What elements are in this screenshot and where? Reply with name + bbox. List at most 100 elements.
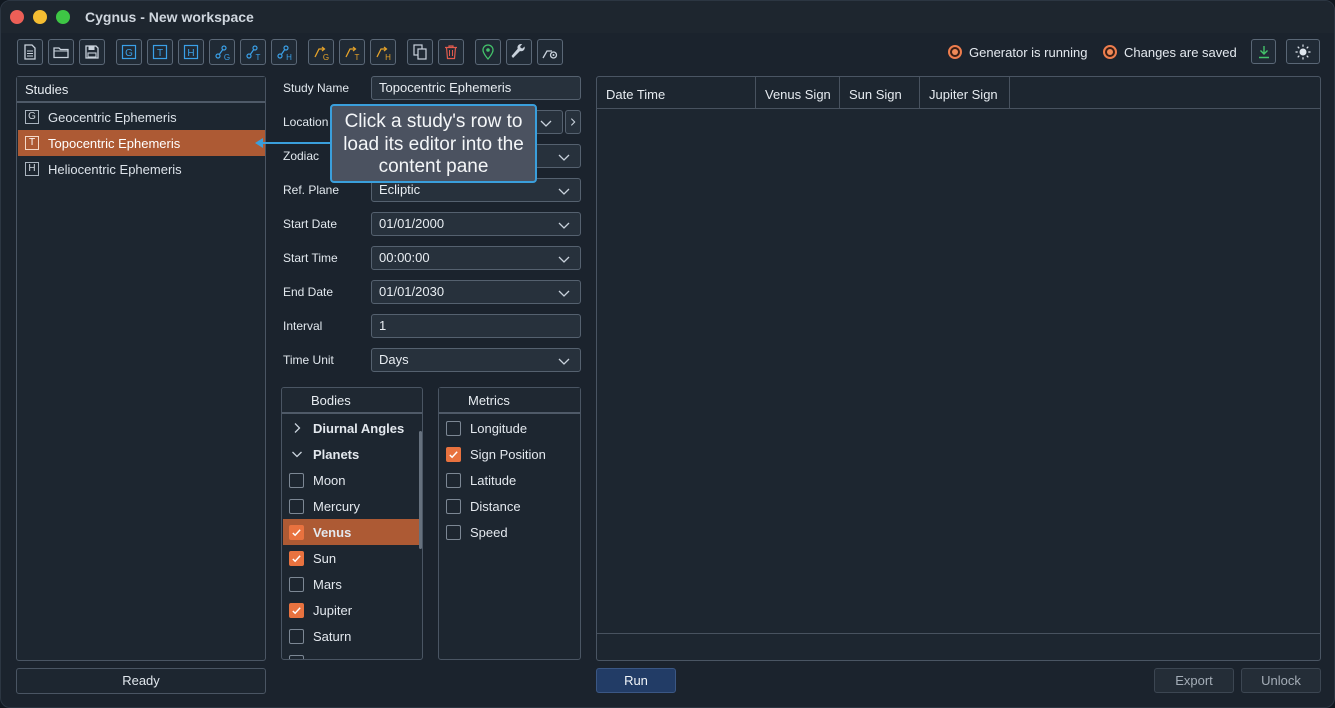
bodies-scrollbar[interactable] (419, 431, 422, 549)
tree-group-planets[interactable]: Planets (283, 441, 420, 467)
body-item-mercury[interactable]: Mercury (283, 493, 420, 519)
download-icon (1258, 45, 1269, 58)
tree-group-diurnal-angles[interactable]: Diurnal Angles (283, 415, 420, 441)
longitude-checkbox[interactable] (446, 420, 461, 436)
new-file-button[interactable] (17, 39, 43, 65)
geocentric-transit-button[interactable]: G (308, 39, 334, 65)
time-unit-value: Days (379, 352, 409, 367)
distance-checkbox[interactable] (446, 498, 461, 514)
sun-icon (1295, 44, 1311, 59)
run-button[interactable]: Run (596, 668, 676, 693)
sign-position-checkbox[interactable] (446, 446, 461, 462)
chevron-down-icon (557, 251, 571, 265)
geocentric-study-icon: G (121, 44, 137, 60)
column-header-venus-sign[interactable]: Venus Sign (756, 77, 840, 109)
heliocentric-chart-button[interactable]: H (271, 39, 297, 65)
chevron-down-icon (539, 115, 553, 129)
tools-button[interactable] (506, 39, 532, 65)
tree-group-label: Planets (313, 446, 360, 462)
body-item-jupiter[interactable]: Jupiter (283, 597, 420, 623)
geocentric-chart-button[interactable]: G (209, 39, 235, 65)
metric-label: Speed (470, 524, 508, 540)
metric-item-speed[interactable]: Speed (440, 519, 579, 545)
start-date-select[interactable]: 01/01/2000 (371, 212, 581, 236)
topocentric-transit-button[interactable]: T (339, 39, 365, 65)
generator-status-text: Generator is running (969, 44, 1088, 60)
open-folder-icon (53, 47, 69, 59)
study-row-heliocentric[interactable]: H Heliocentric Ephemeris (18, 156, 265, 182)
new-topocentric-study-button[interactable]: T (147, 39, 173, 65)
maximize-window-button[interactable] (56, 10, 70, 24)
save-status-indicator (1103, 45, 1117, 59)
topocentric-chart-icon: T (246, 45, 261, 61)
chevron-down-icon (557, 217, 571, 231)
mercury-checkbox[interactable] (289, 498, 304, 514)
theme-toggle-button[interactable] (1286, 39, 1320, 64)
delete-button[interactable] (438, 39, 464, 65)
bodies-panel: Bodies Diurnal Angles Planets Moon Mercu… (281, 387, 423, 660)
partial-checkbox[interactable] (289, 654, 304, 659)
venus-checkbox[interactable] (289, 524, 304, 540)
body-item-mars[interactable]: Mars (283, 571, 420, 597)
chart-settings-button[interactable] (537, 39, 563, 65)
location-button[interactable] (475, 39, 501, 65)
heliocentric-transit-button[interactable]: H (370, 39, 396, 65)
metric-item-distance[interactable]: Distance (440, 493, 579, 519)
body-item-sun[interactable]: Sun (283, 545, 420, 571)
metric-item-sign-position[interactable]: Sign Position (440, 441, 579, 467)
svg-text:G: G (224, 53, 230, 61)
body-item-venus[interactable]: Venus (283, 519, 422, 545)
interval-label: Interval (283, 319, 323, 333)
tree-group-label: Diurnal Angles (313, 420, 405, 436)
close-window-button[interactable] (10, 10, 24, 24)
tooltip-connector (261, 142, 330, 144)
download-button[interactable] (1251, 39, 1276, 64)
save-status-text: Changes are saved (1124, 44, 1237, 60)
start-time-select[interactable]: 00:00:00 (371, 246, 581, 270)
checkmark-icon (292, 528, 301, 536)
metrics-panel: Metrics Longitude Sign Position Latitude… (438, 387, 581, 660)
svg-text:T: T (157, 48, 163, 59)
latitude-checkbox[interactable] (446, 472, 461, 488)
unlock-button[interactable]: Unlock (1241, 668, 1321, 693)
body-item-partial[interactable] (283, 649, 420, 659)
trash-icon (445, 45, 457, 60)
study-row-topocentric[interactable]: T Topocentric Ephemeris (18, 130, 265, 156)
column-header-date-time[interactable]: Date Time (597, 77, 756, 109)
svg-text:T: T (256, 53, 261, 61)
copy-button[interactable] (407, 39, 433, 65)
metric-item-latitude[interactable]: Latitude (440, 467, 579, 493)
jupiter-checkbox[interactable] (289, 602, 304, 618)
save-button[interactable] (79, 39, 105, 65)
body-item-saturn[interactable]: Saturn (283, 623, 420, 649)
topocentric-chart-button[interactable]: T (240, 39, 266, 65)
column-header-jupiter-sign[interactable]: Jupiter Sign (920, 77, 1010, 109)
chevron-down-icon (557, 353, 571, 367)
start-date-label: Start Date (283, 217, 338, 231)
export-button[interactable]: Export (1154, 668, 1234, 693)
new-geocentric-study-button[interactable]: G (116, 39, 142, 65)
sun-checkbox[interactable] (289, 550, 304, 566)
app-window: Cygnus - New workspace G T H G T H G T H… (0, 0, 1335, 708)
new-heliocentric-study-button[interactable]: H (178, 39, 204, 65)
location-next-button[interactable] (565, 110, 581, 134)
saturn-checkbox[interactable] (289, 628, 304, 644)
metric-label: Distance (470, 498, 521, 514)
end-date-select[interactable]: 01/01/2030 (371, 280, 581, 304)
svg-text:H: H (187, 48, 194, 59)
column-header-sun-sign[interactable]: Sun Sign (840, 77, 920, 109)
open-folder-button[interactable] (48, 39, 74, 65)
study-name-input[interactable]: Topocentric Ephemeris (371, 76, 581, 100)
time-unit-select[interactable]: Days (371, 348, 581, 372)
interval-input[interactable]: 1 (371, 314, 581, 338)
topocentric-badge-icon: T (25, 136, 39, 150)
mars-checkbox[interactable] (289, 576, 304, 592)
speed-checkbox[interactable] (446, 524, 461, 540)
studies-panel: Studies G Geocentric Ephemeris T Topocen… (16, 76, 266, 661)
metric-item-longitude[interactable]: Longitude (440, 415, 579, 441)
body-item-moon[interactable]: Moon (283, 467, 420, 493)
study-row-geocentric[interactable]: G Geocentric Ephemeris (18, 104, 265, 130)
moon-checkbox[interactable] (289, 472, 304, 488)
minimize-window-button[interactable] (33, 10, 47, 24)
svg-text:H: H (385, 53, 391, 61)
